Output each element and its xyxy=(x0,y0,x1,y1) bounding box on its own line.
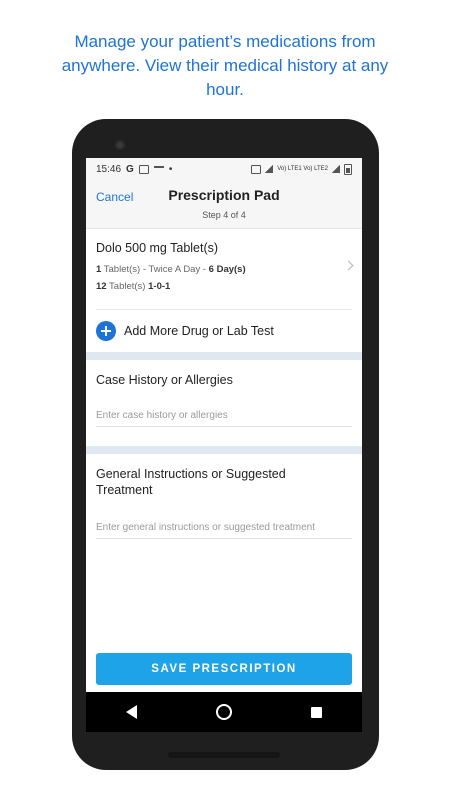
drug-dosage: 1 Tablet(s) - Twice A Day - 6 Day(s) xyxy=(96,264,352,275)
status-bar: 15:46 G • Vo) LTE1 Vo) LTE2 xyxy=(86,158,362,180)
promo-line-2: anywhere. View their medical history at … xyxy=(61,56,389,75)
network-labels: Vo) LTE1 Vo) LTE2 xyxy=(277,166,328,172)
promo-line-1: Manage your patient’s medications from xyxy=(74,32,376,51)
save-prescription-button[interactable]: SAVE PRESCRIPTION xyxy=(96,653,352,685)
instructions-title: General Instructions or Suggested Treatm… xyxy=(96,466,352,498)
page-title: Prescription Pad xyxy=(168,187,280,203)
step-indicator: Step 4 of 4 xyxy=(202,210,246,220)
drug-qty: 1 xyxy=(96,264,102,275)
drug-item[interactable]: Dolo 500 mg Tablet(s) 1 Tablet(s) - Twic… xyxy=(86,229,362,309)
phone-screen: 15:46 G • Vo) LTE1 Vo) LTE2 Cancel Presc… xyxy=(86,158,362,692)
drug-schedule: 1-0-1 xyxy=(148,281,171,292)
drug-unit: Tablet(s) - Twice A Day - xyxy=(103,264,209,275)
promo-line-3: hour. xyxy=(206,80,244,99)
back-triangle-icon[interactable] xyxy=(125,705,137,719)
promo-text: Manage your patient’s medications from a… xyxy=(30,30,420,102)
section-separator xyxy=(86,446,362,454)
case-history-input[interactable] xyxy=(96,404,352,427)
add-more-label: Add More Drug or Lab Test xyxy=(124,324,274,338)
recent-square-icon[interactable] xyxy=(311,706,323,718)
app-header: Cancel Prescription Pad Step 4 of 4 xyxy=(86,180,362,229)
signal-icon xyxy=(332,165,340,173)
plus-circle-icon xyxy=(96,321,116,341)
drug-total: 12 Tablet(s) 1-0-1 xyxy=(96,281,352,292)
case-history-section: Case History or Allergies xyxy=(86,360,362,442)
drug-name: Dolo 500 mg Tablet(s) xyxy=(96,241,219,255)
dot-icon: • xyxy=(168,163,173,175)
camera-icon xyxy=(115,140,125,150)
instructions-section: General Instructions or Suggested Treatm… xyxy=(86,454,362,539)
case-history-title: Case History or Allergies xyxy=(96,373,233,387)
status-time: 15:46 xyxy=(96,163,122,175)
instructions-title-line-2: Treatment xyxy=(96,483,153,497)
key-icon xyxy=(153,166,164,172)
add-more-button[interactable]: Add More Drug or Lab Test xyxy=(86,310,362,352)
battery-icon xyxy=(344,163,352,175)
wifi-icon xyxy=(265,165,274,173)
home-circle-icon[interactable] xyxy=(215,704,232,720)
status-carrier: G xyxy=(126,163,134,175)
drug-total-qty: 12 xyxy=(96,281,107,292)
drug-total-unit: Tablet(s) xyxy=(109,281,149,292)
status-left: 15:46 G • xyxy=(96,164,172,175)
section-separator xyxy=(86,352,362,360)
gallery-icon xyxy=(138,164,149,174)
instructions-title-line-1: General Instructions or Suggested xyxy=(96,467,286,481)
drug-duration: 6 Day(s) xyxy=(208,264,246,275)
status-right: Vo) LTE1 Vo) LTE2 xyxy=(251,163,352,175)
speaker-grille xyxy=(168,752,280,758)
instructions-input[interactable] xyxy=(96,516,352,539)
android-nav-bar xyxy=(86,692,362,732)
alarm-icon xyxy=(251,164,262,174)
